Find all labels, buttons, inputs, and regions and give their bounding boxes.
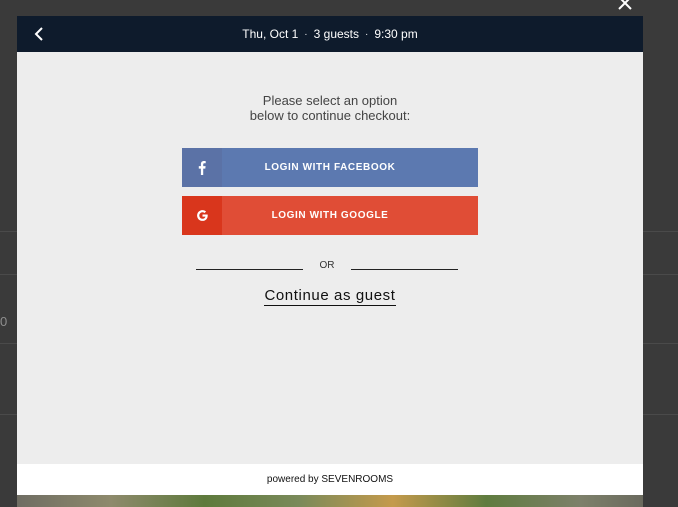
or-label: OR — [319, 259, 335, 271]
login-facebook-button[interactable]: LOGIN WITH FACEBOOK — [182, 148, 478, 187]
divider-line — [196, 269, 303, 270]
booking-summary: Thu, Oct 1 · 3 guests · 9:30 pm — [242, 27, 417, 41]
separator: · — [365, 28, 369, 40]
close-icon[interactable] — [616, 0, 634, 12]
guest-link-container: Continue as guest — [17, 287, 643, 306]
google-icon — [182, 196, 222, 235]
or-divider: OR — [196, 257, 458, 273]
login-google-label: LOGIN WITH GOOGLE — [271, 210, 389, 221]
prompt-line: Please select an option — [262, 93, 398, 108]
divider-line — [351, 269, 458, 270]
booking-guests: 3 guests — [313, 27, 360, 41]
facebook-icon — [182, 148, 222, 187]
booking-summary-bar: Thu, Oct 1 · 3 guests · 9:30 pm — [17, 16, 643, 52]
booking-time: 9:30 pm — [374, 27, 418, 41]
back-icon[interactable] — [29, 24, 49, 44]
checkout-modal: Thu, Oct 1 · 3 guests · 9:30 pm Please s… — [17, 16, 643, 507]
continue-as-guest-link[interactable]: Continue as guest — [264, 287, 396, 306]
separator: · — [304, 28, 308, 40]
booking-date: Thu, Oct 1 — [242, 27, 299, 41]
login-google-button[interactable]: LOGIN WITH GOOGLE — [182, 196, 478, 235]
checkout-prompt: Please select an option below to continu… — [17, 93, 643, 123]
powered-by-text: powered by SEVENROOMS — [266, 474, 394, 485]
powered-by-footer: powered by SEVENROOMS — [17, 464, 643, 495]
login-facebook-label: LOGIN WITH FACEBOOK — [264, 162, 396, 173]
background-text-fragment: 0 — [0, 314, 8, 329]
prompt-line: below to continue checkout: — [249, 108, 411, 123]
venue-photo — [17, 495, 643, 507]
